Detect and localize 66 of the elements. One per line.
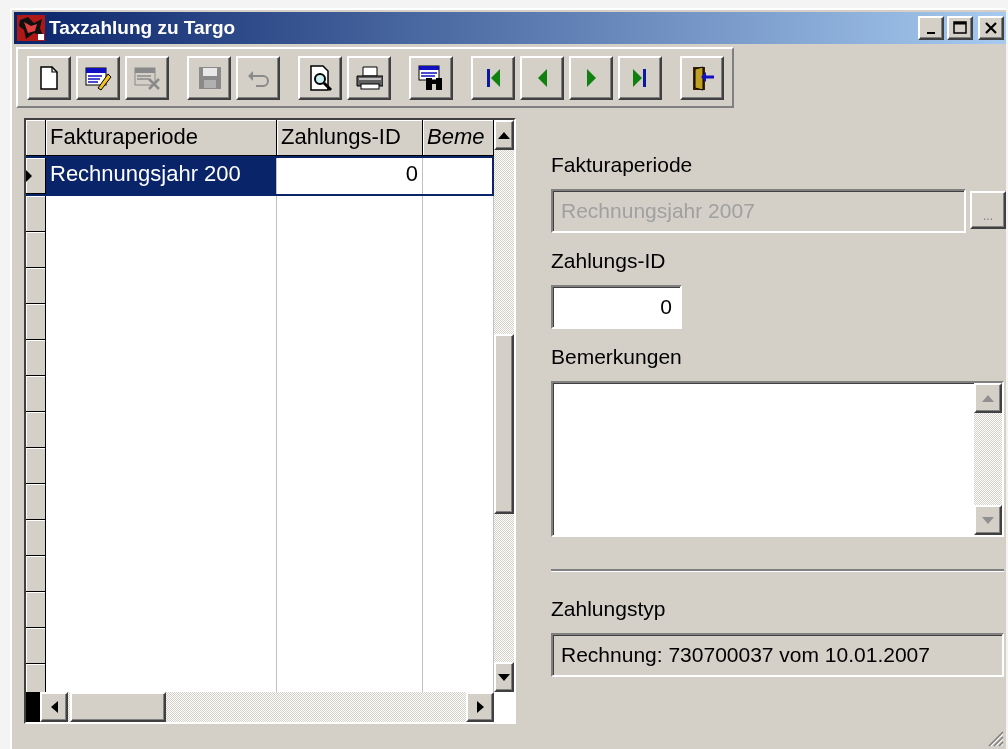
row-header[interactable] xyxy=(26,628,46,664)
edit-icon xyxy=(84,64,112,92)
maximize-icon xyxy=(952,20,968,36)
scroll-right-button[interactable] xyxy=(466,692,494,722)
toolbar-button[interactable] xyxy=(569,56,613,100)
row-header[interactable] xyxy=(26,448,46,484)
close-button[interactable] xyxy=(978,16,1004,40)
previous-icon xyxy=(537,69,547,87)
scroll-thumb[interactable] xyxy=(494,334,514,514)
table-row[interactable]: Rechnungsjahr 200 0 xyxy=(26,156,494,196)
row-header[interactable] xyxy=(26,196,46,232)
row-header[interactable] xyxy=(26,376,46,412)
column-header[interactable]: Beme xyxy=(423,120,494,156)
input-field[interactable]: 0 xyxy=(551,285,682,329)
row-header[interactable] xyxy=(26,340,46,376)
row-header[interactable] xyxy=(26,232,46,268)
column-header[interactable]: Zahlungs-ID xyxy=(277,120,423,156)
printer-icon xyxy=(355,64,383,92)
row-header[interactable] xyxy=(26,484,46,520)
toolbar-button[interactable] xyxy=(298,56,342,100)
minimize-icon xyxy=(927,32,935,34)
scroll-up-button[interactable] xyxy=(494,120,514,150)
field-label: Bemerkungen xyxy=(551,344,683,370)
field-label: Zahlungs-ID xyxy=(551,248,667,274)
column-header[interactable]: Fakturaperiode xyxy=(46,120,277,156)
toolbar-button[interactable] xyxy=(409,56,453,100)
row-header[interactable] xyxy=(26,520,46,556)
row-header[interactable] xyxy=(26,304,46,340)
scroll-up-button[interactable] xyxy=(974,383,1002,413)
row-header[interactable] xyxy=(26,412,46,448)
field-label: Zahlungstyp xyxy=(551,596,667,622)
app-icon xyxy=(16,14,46,42)
window-title: Taxzahlung zu Targo xyxy=(49,17,237,39)
toolbar-button[interactable] xyxy=(520,56,564,100)
row-header[interactable] xyxy=(26,592,46,628)
minimize-button[interactable] xyxy=(918,16,944,40)
row-header[interactable] xyxy=(26,268,46,304)
left-arrow-icon xyxy=(50,701,58,713)
close-icon xyxy=(983,20,999,36)
text-area[interactable] xyxy=(551,381,1004,537)
right-arrow-icon xyxy=(476,701,484,713)
down-arrow-icon xyxy=(498,673,510,681)
delete-icon xyxy=(133,64,161,92)
toolbar-button[interactable] xyxy=(347,56,391,100)
maximize-button[interactable] xyxy=(947,16,973,40)
row-header[interactable] xyxy=(26,556,46,592)
scroll-thumb[interactable] xyxy=(70,692,166,722)
field-label: Fakturaperiode xyxy=(551,152,694,178)
binoculars-icon xyxy=(417,64,445,92)
read-only-field: Rechnung: 730700037 vom 10.01.2007 xyxy=(551,633,1004,677)
scrollbar-corner xyxy=(494,692,514,722)
toolbar-button[interactable] xyxy=(618,56,662,100)
up-arrow-icon xyxy=(498,131,510,139)
scroll-left-button[interactable] xyxy=(40,692,68,722)
down-arrow-icon xyxy=(982,516,994,524)
up-arrow-icon xyxy=(982,394,994,402)
scroll-down-button[interactable] xyxy=(494,662,514,692)
toolbar-button[interactable] xyxy=(27,56,71,100)
table-cell: Rechnungsjahr 200 xyxy=(46,158,277,194)
toolbar-button[interactable] xyxy=(680,56,724,100)
toolbar-button[interactable] xyxy=(471,56,515,100)
row-header[interactable] xyxy=(26,158,46,194)
row-header[interactable] xyxy=(26,664,46,692)
toolbar-button[interactable] xyxy=(76,56,120,100)
scroll-down-button[interactable] xyxy=(974,505,1002,535)
next-icon xyxy=(586,69,596,87)
